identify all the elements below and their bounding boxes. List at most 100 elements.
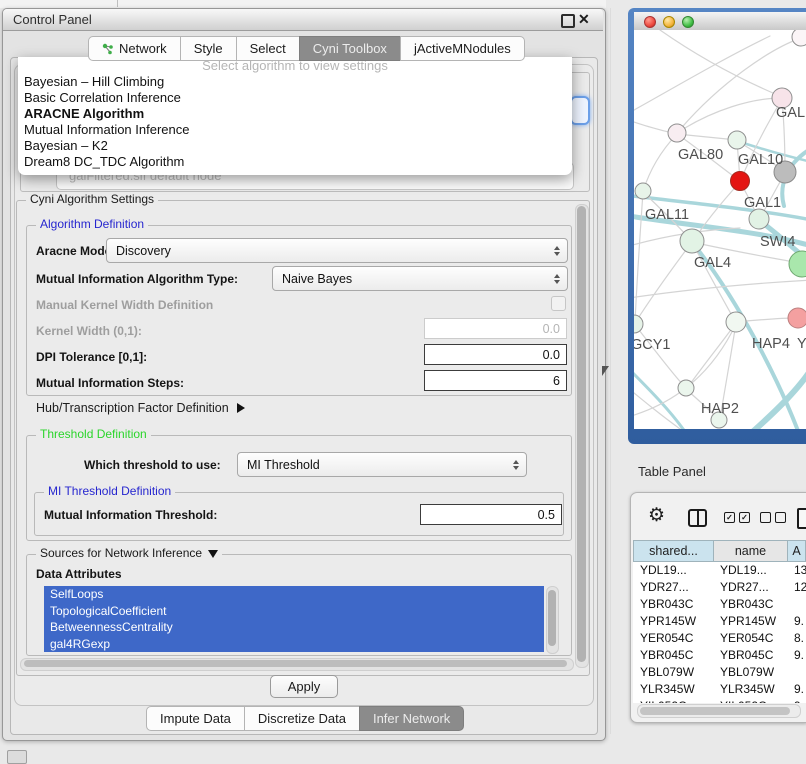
- tab-jactivemnodules[interactable]: jActiveMNodules: [400, 36, 525, 61]
- column-header-shared-name[interactable]: shared...: [633, 540, 714, 562]
- gear-icon[interactable]: ⚙: [648, 506, 665, 525]
- deselect-all-checkboxes-icon[interactable]: [760, 512, 786, 523]
- float-window-icon[interactable]: [561, 14, 575, 28]
- table-row[interactable]: YBR045CYBR045C9.: [633, 647, 806, 664]
- network-node[interactable]: [731, 172, 750, 191]
- table-cell: YIL052C: [633, 698, 720, 703]
- hub-definition-toggle[interactable]: Hub/Transcription Factor Definition: [36, 401, 245, 415]
- attributes-list-scrollbar[interactable]: [546, 586, 559, 654]
- settings-vertical-scrollbar[interactable]: [575, 204, 589, 668]
- column-header-clipped[interactable]: A: [788, 540, 806, 562]
- data-attribute-item[interactable]: gal4RGexp: [44, 636, 544, 653]
- table-cell: YBL079W: [720, 664, 792, 681]
- network-edge[interactable]: [635, 325, 685, 387]
- tab-label: Style: [194, 37, 223, 60]
- tab-discretize-data[interactable]: Discretize Data: [244, 706, 360, 731]
- table-cell: YIL052C: [720, 698, 792, 703]
- table-row[interactable]: YPR145WYPR145W9.: [633, 613, 806, 630]
- network-node[interactable]: [634, 315, 643, 333]
- network-edge[interactable]: [748, 368, 806, 429]
- data-attribute-item[interactable]: TopologicalCoefficient: [44, 603, 544, 620]
- network-edge[interactable]: [635, 242, 692, 323]
- table-row[interactable]: YIL052CYIL052C9: [633, 698, 806, 703]
- tab-style[interactable]: Style: [180, 36, 237, 61]
- table-row[interactable]: YDL19...YDL19...13: [633, 562, 806, 579]
- aracne-mode-value: Discovery: [107, 244, 552, 258]
- algorithm-combo-focus-ring[interactable]: [570, 96, 590, 125]
- column-header-name[interactable]: name: [714, 540, 788, 562]
- network-node[interactable]: [788, 308, 806, 328]
- network-node[interactable]: [680, 229, 704, 253]
- expanded-arrow-icon: [208, 550, 218, 558]
- table-horizontal-scrollbar[interactable]: [637, 704, 801, 718]
- attributes-list-scrollbar-thumb[interactable]: [548, 590, 556, 646]
- network-edge[interactable]: [643, 134, 677, 191]
- data-attribute-item[interactable]: SelfLoops: [44, 586, 544, 603]
- unchecked-box-icon: [760, 512, 771, 523]
- settings-vertical-scrollbar-thumb[interactable]: [577, 206, 586, 662]
- tab-infer-network[interactable]: Infer Network: [359, 706, 464, 731]
- network-node[interactable]: [749, 209, 769, 229]
- panel-splitter[interactable]: [610, 8, 611, 734]
- close-icon[interactable]: ✕: [578, 11, 590, 28]
- settings-horizontal-scrollbar-thumb[interactable]: [24, 660, 567, 667]
- sources-group-title[interactable]: Sources for Network Inference: [36, 547, 222, 560]
- table-cell: YPR145W: [633, 613, 720, 630]
- apply-button[interactable]: Apply: [270, 675, 338, 698]
- split-columns-icon[interactable]: [688, 509, 707, 527]
- network-edge[interactable]: [688, 323, 736, 387]
- table-cell: YLR345W: [633, 681, 720, 698]
- network-node[interactable]: [668, 124, 686, 142]
- data-attribute-item[interactable]: BetweennessCentrality: [44, 619, 544, 636]
- tab-label: Cyni Toolbox: [313, 37, 387, 60]
- network-node-label: GAL11: [645, 207, 689, 223]
- network-node[interactable]: [728, 131, 746, 149]
- network-edge[interactable]: [692, 242, 735, 321]
- table-cell: YBR043C: [720, 596, 792, 613]
- manual-kernel-width-checkbox[interactable]: [551, 296, 566, 311]
- network-node[interactable]: [792, 30, 806, 46]
- table-horizontal-scrollbar-thumb[interactable]: [640, 707, 790, 715]
- table-row[interactable]: YER054CYER054C8.: [633, 630, 806, 647]
- table-row[interactable]: YLR345WYLR345W9.: [633, 681, 806, 698]
- select-all-checkboxes-icon[interactable]: ✓ ✓: [724, 512, 750, 523]
- table-cell: 9.: [792, 681, 806, 698]
- algorithm-menu-item[interactable]: Bayesian – Hill Climbing: [18, 74, 572, 90]
- tab-impute-data[interactable]: Impute Data: [146, 706, 245, 731]
- mi-threshold-field[interactable]: [420, 504, 562, 525]
- network-edge[interactable]: [634, 36, 770, 120]
- table-cell: 13: [792, 562, 806, 579]
- which-threshold-combo[interactable]: MI Threshold: [237, 452, 527, 477]
- aracne-mode-combo[interactable]: Discovery: [106, 238, 568, 263]
- minimize-traffic-light[interactable]: [663, 16, 675, 28]
- dpi-tolerance-field[interactable]: [424, 344, 567, 365]
- settings-horizontal-scrollbar[interactable]: [20, 658, 574, 671]
- network-edge[interactable]: [635, 192, 643, 322]
- kernel-width-field[interactable]: [424, 318, 567, 339]
- algorithm-menu-item[interactable]: Bayesian – K2: [18, 138, 572, 154]
- unchecked-box-icon: [775, 512, 786, 523]
- tab-network[interactable]: Network: [88, 36, 181, 61]
- table-document-icon[interactable]: [797, 508, 806, 529]
- network-node[interactable]: [789, 251, 806, 277]
- close-traffic-light[interactable]: [644, 16, 656, 28]
- mi-algorithm-type-combo[interactable]: Naive Bayes: [272, 266, 568, 291]
- table-row[interactable]: YBL079WYBL079W: [633, 664, 806, 681]
- tab-cyni-toolbox[interactable]: Cyni Toolbox: [299, 36, 401, 61]
- algorithm-menu-item[interactable]: Dream8 DC_TDC Algorithm: [18, 154, 572, 170]
- network-node[interactable]: [678, 380, 694, 396]
- zoom-traffic-light[interactable]: [682, 16, 694, 28]
- algorithm-menu-item[interactable]: Basic Correlation Inference: [18, 90, 572, 106]
- table-row[interactable]: YBR043CYBR043C: [633, 596, 806, 613]
- network-node[interactable]: [635, 183, 651, 199]
- algorithm-menu-item[interactable]: Mutual Information Inference: [18, 122, 572, 138]
- mi-steps-field[interactable]: [424, 370, 567, 391]
- tab-select[interactable]: Select: [236, 36, 300, 61]
- network-canvas[interactable]: GALGAL80GAL10GAL1GAL11SWI4GAL4GCY1HAP4YH…: [634, 30, 806, 429]
- algorithm-menu-item[interactable]: ARACNE Algorithm: [18, 106, 572, 122]
- mi-threshold-label: Mutual Information Threshold:: [44, 508, 217, 522]
- table-row[interactable]: YDR27...YDR27...12: [633, 579, 806, 596]
- network-node[interactable]: [726, 312, 746, 332]
- network-node-label: GAL: [776, 105, 805, 121]
- network-window-titlebar[interactable]: [634, 12, 806, 31]
